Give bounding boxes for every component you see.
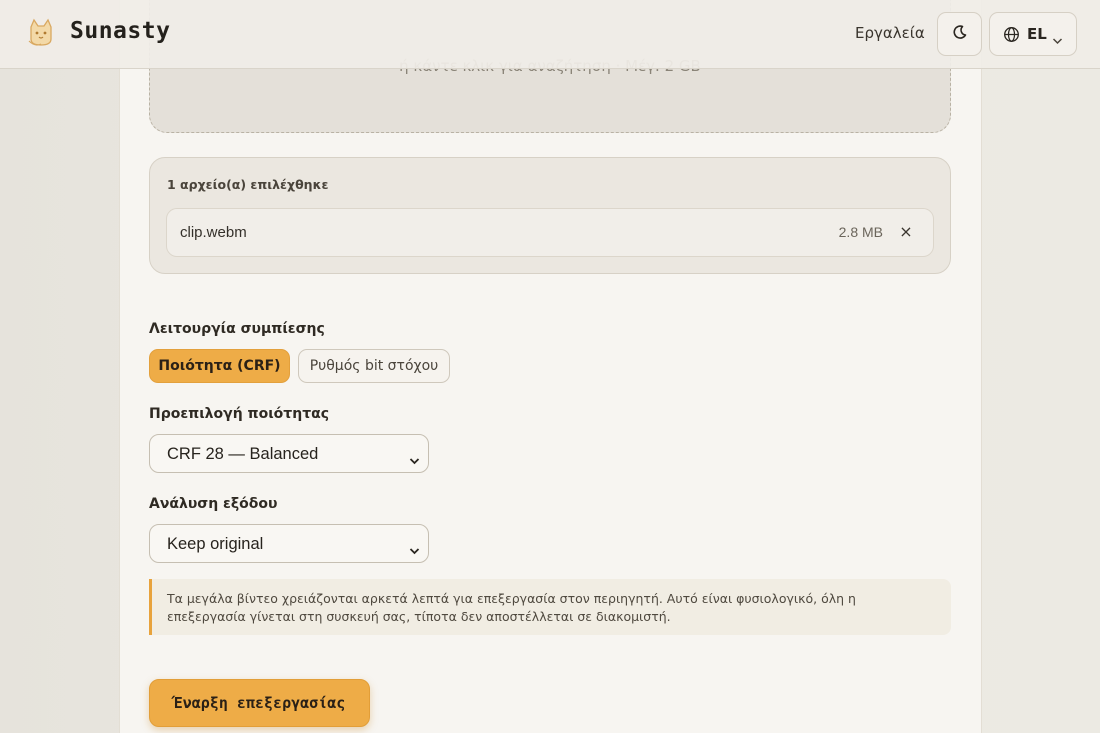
quality-preset-label: Προεπιλογή ποιότητας	[149, 406, 330, 422]
mode-crf-button[interactable]: Ποιότητα (CRF)	[149, 349, 290, 383]
moon-icon	[952, 24, 968, 44]
language-selector[interactable]: EL	[989, 12, 1077, 56]
globe-icon	[1003, 26, 1020, 47]
language-code: EL	[1027, 25, 1047, 43]
chevron-down-icon	[409, 540, 420, 559]
mode-target-bitrate-button[interactable]: Ρυθμός bit στόχου	[298, 349, 450, 383]
chevron-down-icon	[1052, 30, 1063, 49]
file-name: clip.webm	[180, 224, 247, 241]
chevron-down-icon	[409, 450, 420, 469]
output-resolution-select[interactable]: Keep original	[149, 524, 429, 563]
brand-name[interactable]: Sunasty	[70, 18, 170, 44]
top-header: Sunasty Εργαλεία EL	[0, 0, 1100, 69]
cat-logo-icon[interactable]	[25, 17, 57, 49]
selected-files-panel: 1 αρχείο(α) επιλέχθηκε clip.webm 2.8 MB …	[149, 157, 951, 274]
compression-mode-label: Λειτουργία συμπίεσης	[149, 321, 325, 337]
files-count-label: 1 αρχείο(α) επιλέχθηκε	[167, 177, 329, 192]
start-processing-button[interactable]: Έναρξη επεξεργασίας	[149, 679, 370, 727]
notice-text: Τα μεγάλα βίντεο χρειάζονται αρκετά λεπτ…	[167, 591, 856, 624]
nav-tools-link[interactable]: Εργαλεία	[855, 24, 925, 42]
output-resolution-value: Keep original	[167, 535, 264, 553]
quality-preset-value: CRF 28 — Balanced	[167, 445, 319, 463]
remove-file-button[interactable]: ×	[897, 221, 915, 243]
output-resolution-label: Ανάλυση εξόδου	[149, 496, 278, 512]
file-size: 2.8 MB	[838, 224, 883, 240]
quality-preset-select[interactable]: CRF 28 — Balanced	[149, 434, 429, 473]
theme-toggle-button[interactable]	[937, 12, 982, 56]
processing-notice: Τα μεγάλα βίντεο χρειάζονται αρκετά λεπτ…	[149, 579, 951, 635]
file-list-item: clip.webm 2.8 MB ×	[166, 208, 934, 257]
